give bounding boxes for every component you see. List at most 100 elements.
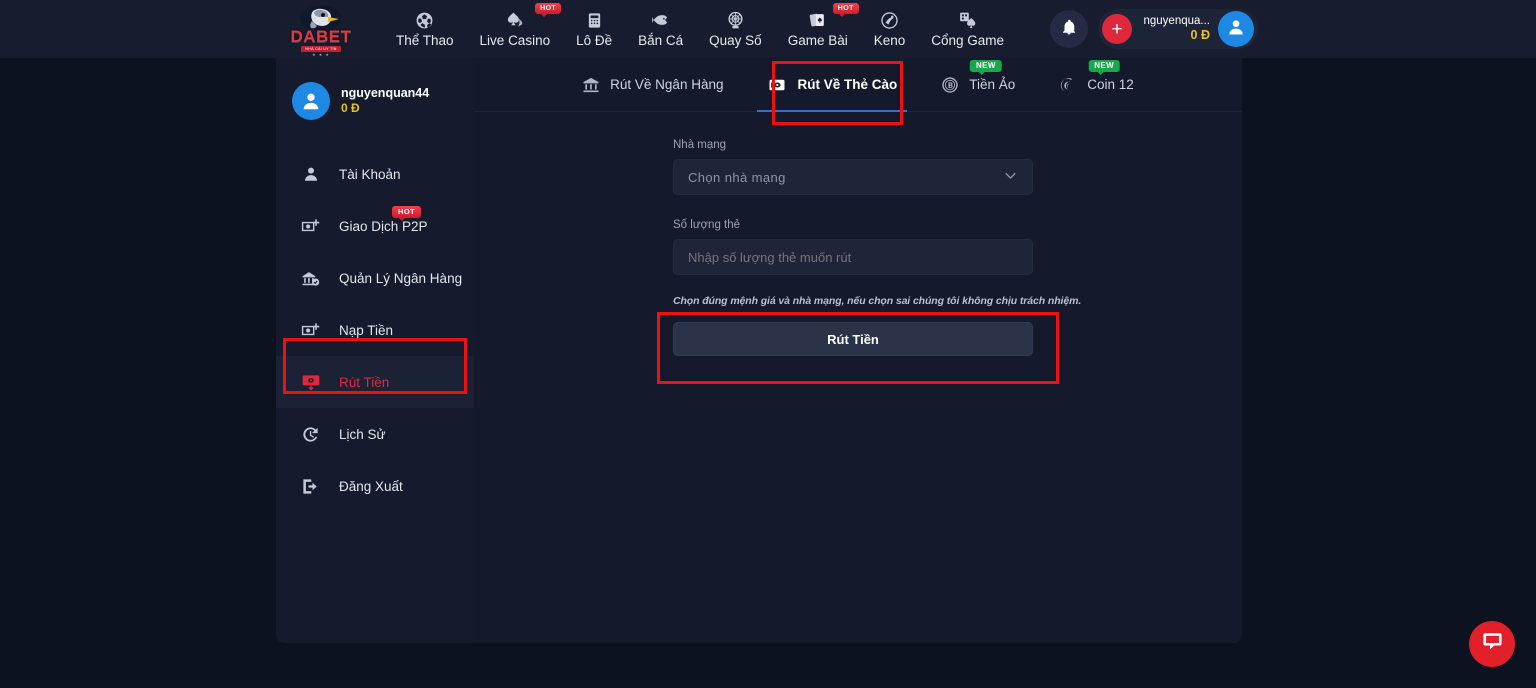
fish-icon [650,10,671,30]
bell-icon [1060,18,1078,41]
hot-badge: HOT [832,3,859,17]
wallet-username: nguyenqua... [1143,15,1210,27]
bank-check-icon [300,269,321,288]
nav-item-quay-so[interactable]: Quay Số [696,0,775,58]
nav-label: Keno [873,33,906,48]
sidebar-item-quan-ly-ngan-hang[interactable]: Quản Lý Ngân Hàng [276,252,474,304]
sidebar-user-text: nguyenquan44 0 Đ [341,85,429,117]
sidebar-item-dang-xuat[interactable]: Đăng Xuất [276,460,474,512]
sidebar-balance: 0 Đ [341,101,360,116]
tab-coin-12[interactable]: NEW Coin 12 [1037,58,1156,112]
sidebar-avatar [292,82,330,120]
soccer-ball-icon [415,10,434,30]
sidebar-item-label: Tài Khoản [339,166,401,182]
user-avatar-icon [1226,17,1246,42]
tab-tien-ao[interactable]: NEW Tiền Ảo [919,58,1037,112]
wallet-balance: 0 Đ [1190,28,1210,43]
sidebar-item-label: Rút Tiền [339,374,390,390]
header-right-controls: + nguyenqua... 0 Đ [1050,0,1258,58]
sidebar-item-label: Đăng Xuất [339,478,403,494]
logo-wordmark: DABET [290,27,352,46]
nav-label: Game Bài [787,33,848,48]
new-badge: NEW [969,59,1002,75]
tab-label: Coin 12 [1087,77,1134,92]
sidebar-item-tai-khoan[interactable]: Tài Khoản [276,148,474,200]
logo-stars: ★ ★ ★ [312,52,330,57]
form-warning-note: Chọn đúng mệnh giá và nhà mạng, nếu chọn… [673,295,1082,307]
lottery-ticket-icon [586,10,603,30]
provider-label: Nhà mạng [673,139,727,151]
sidebar-item-giao-dich-p2p[interactable]: HOT Giao Dịch P2P [276,200,474,252]
money-withdraw-icon [300,372,321,392]
nav-label: Thể Thao [396,33,454,48]
logout-icon [300,477,321,496]
sidebar-item-label: Giao Dịch P2P [339,218,428,234]
nav-item-lo-de[interactable]: Lô Đề [563,0,625,58]
sidebar-username: nguyenquan44 [341,86,430,101]
nav-item-keno[interactable]: Keno [861,0,919,58]
sidebar-item-label: Lịch Sử [339,426,386,442]
top-header: DABET NHÀ CÁI UY TÍN ★ ★ ★ Thể Thao HOT … [0,0,1536,58]
header-avatar[interactable] [1218,11,1254,47]
account-sidebar: nguyenquan44 0 Đ Tài Khoản HOT Giao Dịch… [276,58,474,643]
withdraw-panel: Rút Về Ngân Hàng Rút Về Thẻ Cào NEW Tiền… [474,58,1242,643]
form-spacer [673,195,1033,219]
user-avatar-icon [303,93,319,110]
notifications-button[interactable] [1050,10,1088,48]
chevron-down-icon [1003,168,1018,186]
keno-icon [880,10,899,30]
history-clock-icon [300,425,321,444]
sidebar-item-label: Nạp Tiền [339,322,394,338]
nav-item-the-thao[interactable]: Thể Thao [383,0,467,58]
tab-label: Tiền Ảo [969,77,1016,92]
wallet-widget[interactable]: + nguyenqua... 0 Đ [1098,9,1258,49]
nav-item-ban-ca[interactable]: Bắn Cá [625,0,696,58]
quantity-input[interactable] [673,239,1033,275]
tab-label: Rút Về Thẻ Cào [797,77,898,92]
live-chat-button[interactable] [1469,621,1515,667]
sidebar-item-lich-su[interactable]: Lịch Sử [276,408,474,460]
nav-item-cong-game[interactable]: Cổng Game [918,0,1017,58]
money-plus-icon [300,321,321,340]
nav-item-live-casino[interactable]: HOT Live Casino [467,0,564,58]
withdraw-card-form: Nhà mạng Chọn nhà mạng Số lượng thẻ Chọn… [673,139,1082,356]
tab-label: Rút Về Ngân Hàng [610,77,724,92]
nav-label: Live Casino [479,33,551,48]
user-icon [300,165,321,183]
chat-bubble-icon [1481,630,1504,658]
nav-label: Lô Đề [576,33,613,48]
withdraw-tabbar: Rút Về Ngân Hàng Rút Về Thẻ Cào NEW Tiền… [474,58,1242,112]
game-portal-icon [958,10,978,30]
wallet-text: nguyenqua... 0 Đ [1132,14,1218,44]
scratch-card-icon [767,76,787,94]
new-badge: NEW [1088,59,1121,75]
sidebar-item-rut-tien[interactable]: Rút Tiền [276,356,474,408]
hot-badge: HOT [392,206,422,220]
deposit-plus-button[interactable]: + [1102,14,1132,44]
tab-rut-ve-the-cao[interactable]: Rút Về Thẻ Cào [745,58,919,112]
playing-cards-icon [808,10,827,30]
sidebar-item-label: Quản Lý Ngân Hàng [339,270,463,286]
nav-item-game-bai[interactable]: HOT Game Bài [775,0,861,58]
coin12-icon [1059,76,1077,94]
bitcoin-icon [941,76,959,94]
bank-icon [582,76,600,94]
sidebar-menu: Tài Khoản HOT Giao Dịch P2P Quản Lý Ngân… [276,148,474,512]
tab-rut-ve-ngan-hang[interactable]: Rút Về Ngân Hàng [560,58,745,112]
money-plus-icon [300,217,321,236]
quantity-label: Số lượng thẻ [673,219,741,231]
withdraw-submit-button[interactable]: Rút Tiền [673,322,1033,356]
hot-badge: HOT [535,3,562,17]
sidebar-item-nap-tien[interactable]: Nạp Tiền [276,304,474,356]
sidebar-user-block[interactable]: nguyenquan44 0 Đ [276,58,474,120]
lottery-ball-icon [726,10,745,30]
account-shell: nguyenquan44 0 Đ Tài Khoản HOT Giao Dịch… [276,58,1242,643]
nav-label: Cổng Game [931,33,1005,48]
main-navigation: Thể Thao HOT Live Casino Lô Đề Bắn Cá Qu… [383,0,1017,58]
provider-select-value: Chọn nhà mạng [688,169,786,185]
nav-label: Bắn Cá [638,33,684,48]
site-logo[interactable]: DABET NHÀ CÁI UY TÍN ★ ★ ★ [289,1,353,57]
provider-select[interactable]: Chọn nhà mạng [673,159,1033,195]
nav-label: Quay Số [709,33,762,48]
spade-cards-icon [505,10,525,30]
